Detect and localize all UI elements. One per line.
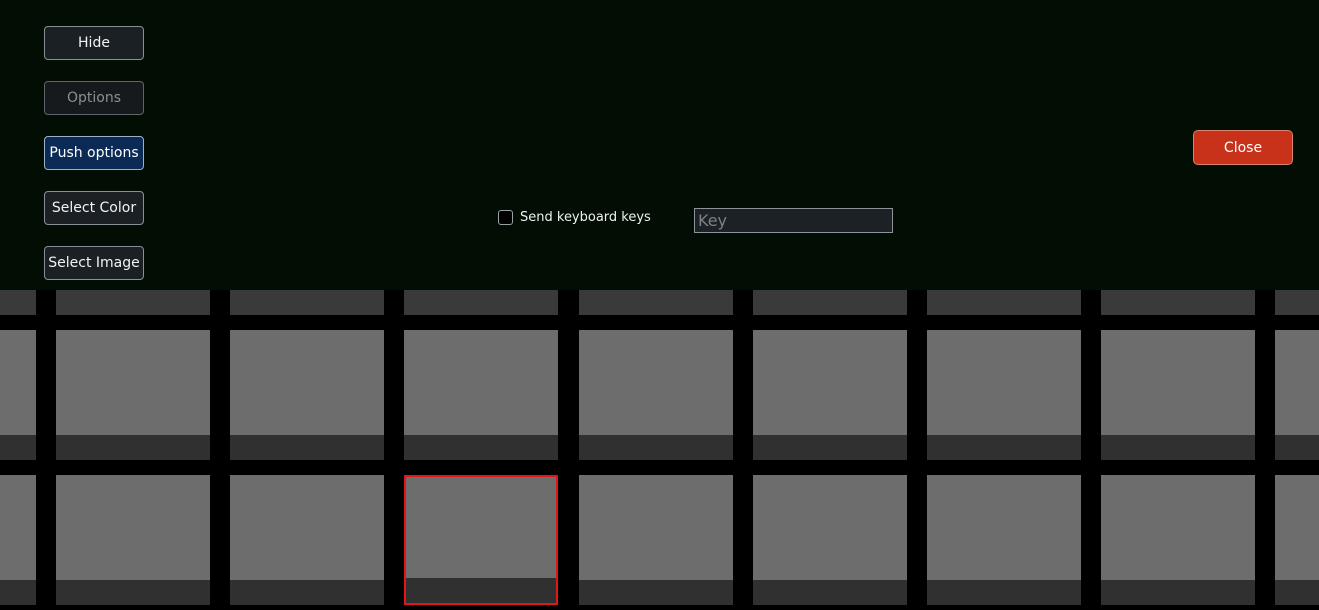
grid-tile[interactable] xyxy=(1275,290,1319,315)
grid-tile[interactable] xyxy=(404,290,558,315)
grid-tile[interactable] xyxy=(1101,330,1255,460)
grid-tile-label-bar xyxy=(230,580,384,605)
grid-tile[interactable] xyxy=(1275,330,1319,460)
grid-tile[interactable] xyxy=(230,330,384,460)
send-keyboard-keys-label: Send keyboard keys xyxy=(520,209,651,225)
options-button[interactable]: Options xyxy=(44,81,144,115)
grid-tile-label-bar xyxy=(56,580,210,605)
grid-tile[interactable] xyxy=(230,290,384,315)
grid-tile[interactable] xyxy=(753,330,907,460)
grid-tile[interactable] xyxy=(0,330,36,460)
grid-tile-label-bar xyxy=(753,580,907,605)
select-color-button[interactable]: Select Color xyxy=(44,191,144,225)
grid-tile-label-bar xyxy=(1101,435,1255,460)
options-panel: Hide Options Push options Select Color S… xyxy=(0,0,1319,290)
grid-tile[interactable] xyxy=(753,475,907,605)
grid-tile[interactable] xyxy=(927,475,1081,605)
grid-tile[interactable] xyxy=(579,475,733,605)
grid-tile[interactable] xyxy=(579,330,733,460)
grid-tile-label-bar xyxy=(927,435,1081,460)
key-input[interactable] xyxy=(694,208,893,233)
grid-tile[interactable] xyxy=(230,475,384,605)
send-keyboard-keys-option: Send keyboard keys xyxy=(498,208,651,226)
grid-tile[interactable] xyxy=(404,330,558,460)
grid-tile-label-bar xyxy=(1101,580,1255,605)
grid-tile-label-bar xyxy=(0,435,36,460)
grid-tile[interactable] xyxy=(1275,475,1319,605)
hide-button[interactable]: Hide xyxy=(44,26,144,60)
select-image-button[interactable]: Select Image xyxy=(44,246,144,280)
grid-tile-label-bar xyxy=(56,435,210,460)
grid-tile[interactable] xyxy=(927,330,1081,460)
grid-tile-label-bar xyxy=(579,435,733,460)
grid-tile[interactable] xyxy=(579,290,733,315)
grid-tile[interactable] xyxy=(0,290,36,315)
push-options-button[interactable]: Push options xyxy=(44,136,144,170)
grid-tile-label-bar xyxy=(0,580,36,605)
grid-tile-label-bar xyxy=(1275,580,1319,605)
grid-tile[interactable] xyxy=(56,330,210,460)
grid-tile[interactable] xyxy=(56,475,210,605)
grid-tile-label-bar xyxy=(753,435,907,460)
grid-tile-label-bar xyxy=(1275,435,1319,460)
grid-tile[interactable] xyxy=(927,290,1081,315)
grid-tile[interactable] xyxy=(1101,290,1255,315)
grid-tile-label-bar xyxy=(927,580,1081,605)
grid-tile[interactable] xyxy=(0,475,36,605)
grid-tile-label-bar xyxy=(406,578,556,603)
grid-tile-selected[interactable] xyxy=(404,475,558,605)
grid-tile-label-bar xyxy=(579,580,733,605)
grid-tile[interactable] xyxy=(56,290,210,315)
app-window: Hide Options Push options Select Color S… xyxy=(0,0,1319,610)
grid-tile[interactable] xyxy=(1101,475,1255,605)
send-keyboard-keys-checkbox[interactable] xyxy=(498,209,513,225)
grid-tile-label-bar xyxy=(230,435,384,460)
grid-tile-label-bar xyxy=(404,435,558,460)
grid-tile[interactable] xyxy=(753,290,907,315)
close-button[interactable]: Close xyxy=(1193,130,1293,165)
